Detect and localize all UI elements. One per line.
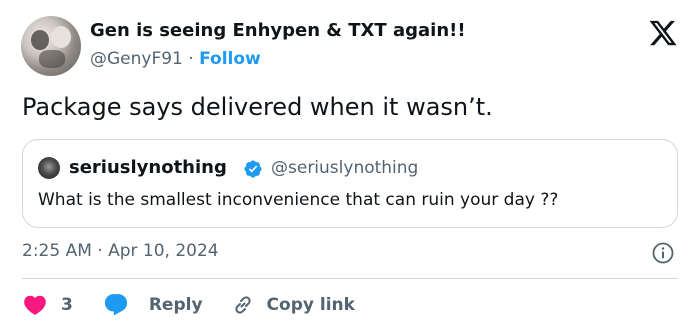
tweet-text: Package says delivered when it wasn’t. [22,93,493,121]
tweet-actions-bar: 3 Reply Copy link [22,291,355,319]
heart-icon [24,295,46,315]
author-avatar[interactable] [21,16,81,76]
quoted-tweet-text: What is the smallest inconvenience that … [38,190,559,210]
tweet-timestamp[interactable]: 2:25 AM · Apr 10, 2024 [22,241,219,261]
author-display-name[interactable]: Gen is seeing Enhypen & TXT again!! [90,20,466,41]
copy-link-label: Copy link [266,295,355,315]
reply-bubble-icon [104,294,127,316]
verified-badge-icon [244,160,262,178]
author-handle[interactable]: @GenyF91 [90,49,183,69]
author-handle-line: @GenyF91 · Follow [90,49,261,69]
follow-button[interactable]: Follow [199,49,261,69]
info-icon[interactable] [651,241,675,265]
quoted-tweet-card[interactable]: seriuslynothing @seriuslynothing What is… [22,139,678,228]
quoted-author-display-name: seriuslynothing [69,157,227,178]
tweet-header: Gen is seeing Enhypen & TXT again!! @Gen… [21,14,682,78]
reply-button[interactable]: Reply [103,292,203,318]
like-count: 3 [61,295,73,315]
handle-separator: · [188,49,194,69]
link-icon [234,296,251,314]
quoted-author-avatar [38,157,60,179]
actions-divider [22,278,678,279]
like-button[interactable]: 3 [22,292,73,318]
copy-link-button[interactable]: Copy link [231,293,355,317]
reply-label: Reply [148,295,203,315]
quoted-author-handle: @seriuslynothing [271,158,419,178]
x-logo-icon[interactable] [648,18,678,48]
